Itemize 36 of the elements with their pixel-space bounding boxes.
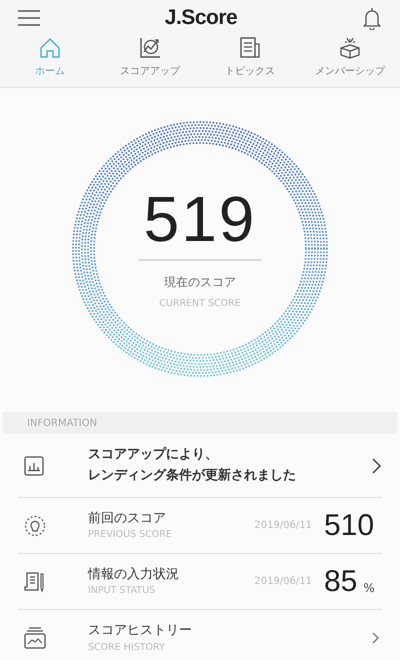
score-label: 現在のスコア: [164, 274, 236, 291]
row-date: 2019/06/11: [254, 575, 312, 589]
info-row[interactable]: 前回のスコア PREVIOUS SCORE 2019/06/11 510: [18, 498, 382, 554]
score-sublabel: CURRENT SCORE: [159, 296, 241, 311]
app-title: J.Score: [164, 5, 238, 32]
row-subtitle: PREVIOUS SCORE: [88, 528, 173, 542]
menu-icon[interactable]: [18, 9, 40, 27]
nav-tab[interactable]: トピックス: [200, 36, 300, 79]
notice-text: スコアアップにより、 レンディング条件が更新されました: [88, 446, 297, 484]
lightbulb-icon: [24, 514, 46, 536]
row-title: 前回のスコア: [88, 510, 167, 528]
notice-row[interactable]: スコアアップにより、 レンディング条件が更新されました: [18, 434, 382, 498]
chart-icon: [138, 36, 162, 60]
section-header: INFORMATION: [3, 412, 397, 434]
nav-tab[interactable]: スコアアップ: [100, 36, 200, 79]
row-value: 510: [324, 510, 374, 540]
gift-box-icon: [338, 36, 362, 60]
document-icon: [238, 36, 262, 60]
bar-chart-icon: [24, 456, 44, 476]
chevron-right-icon: [371, 456, 382, 474]
row-title: スコアヒストリー: [88, 622, 193, 640]
notification-bell-icon[interactable]: [362, 6, 382, 30]
unit-label: %: [363, 580, 375, 596]
chevron-right-icon: [372, 632, 379, 644]
document-pen-icon: [24, 570, 46, 592]
current-score-value: 519: [144, 186, 256, 251]
row-subtitle: SCORE HISTORY: [88, 640, 166, 655]
row-date: 2019/06/11: [254, 519, 312, 533]
photo-album-icon: [24, 627, 46, 649]
row-subtitle: INPUT STATUS: [88, 584, 156, 598]
info-row[interactable]: 情報の入力状況 INPUT STATUS 2019/06/11 85 %: [18, 554, 382, 610]
row-title: 情報の入力状況: [88, 566, 180, 584]
info-row[interactable]: スコアヒストリー SCORE HISTORY: [18, 610, 382, 660]
home-icon: [38, 36, 62, 60]
nav-tab[interactable]: メンバーシップ: [300, 36, 400, 79]
row-value: 85: [324, 566, 358, 596]
